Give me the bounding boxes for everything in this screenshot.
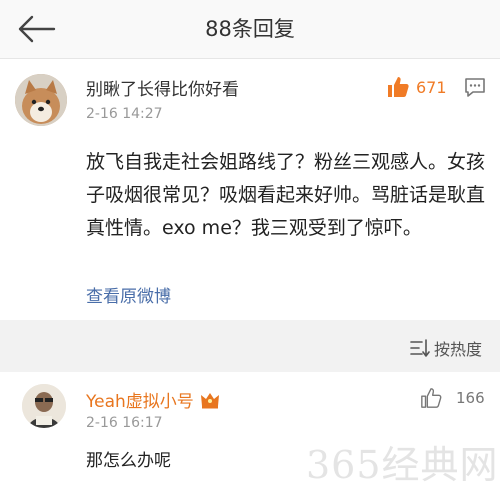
comment-username[interactable]: 别瞅了长得比你好看: [86, 75, 239, 100]
man-avatar-icon: [22, 384, 66, 428]
watermark: 365经典网: [306, 443, 499, 487]
avatar[interactable]: [15, 74, 67, 126]
reply-icon[interactable]: [464, 76, 486, 98]
reply-time: 2-16 16:17: [86, 415, 163, 431]
reply-username[interactable]: Yeah虚拟小号: [86, 387, 194, 412]
reply-username-row[interactable]: Yeah虚拟小号: [86, 387, 220, 412]
dog-avatar-icon: [15, 74, 67, 126]
reply-like-count: 166: [456, 389, 485, 407]
like-button[interactable]: 671: [386, 73, 447, 101]
reply-like-button[interactable]: 166: [420, 387, 485, 409]
comment-body: 放飞自我走社会姐路线了？粉丝三观感人。女孩子吸烟很常见？吸烟看起来好帅。骂脏话是…: [86, 151, 486, 239]
reply-body: 那怎么办呢: [86, 451, 171, 471]
top-bar: 88条回复: [0, 0, 500, 59]
view-original-link[interactable]: 查看原微博: [86, 282, 171, 307]
crown-icon: [200, 392, 219, 408]
like-count: 671: [416, 77, 447, 97]
reply-avatar[interactable]: [22, 384, 66, 428]
page-title: 88条回复: [205, 17, 295, 41]
sort-label: 按热度: [433, 340, 482, 359]
sort-button[interactable]: 按热度: [410, 336, 482, 360]
sort-icon: [410, 339, 430, 357]
comment-time: 2-16 14:27: [86, 106, 163, 122]
thumbs-up-icon: [388, 77, 409, 97]
thumbs-up-icon: [421, 388, 442, 408]
